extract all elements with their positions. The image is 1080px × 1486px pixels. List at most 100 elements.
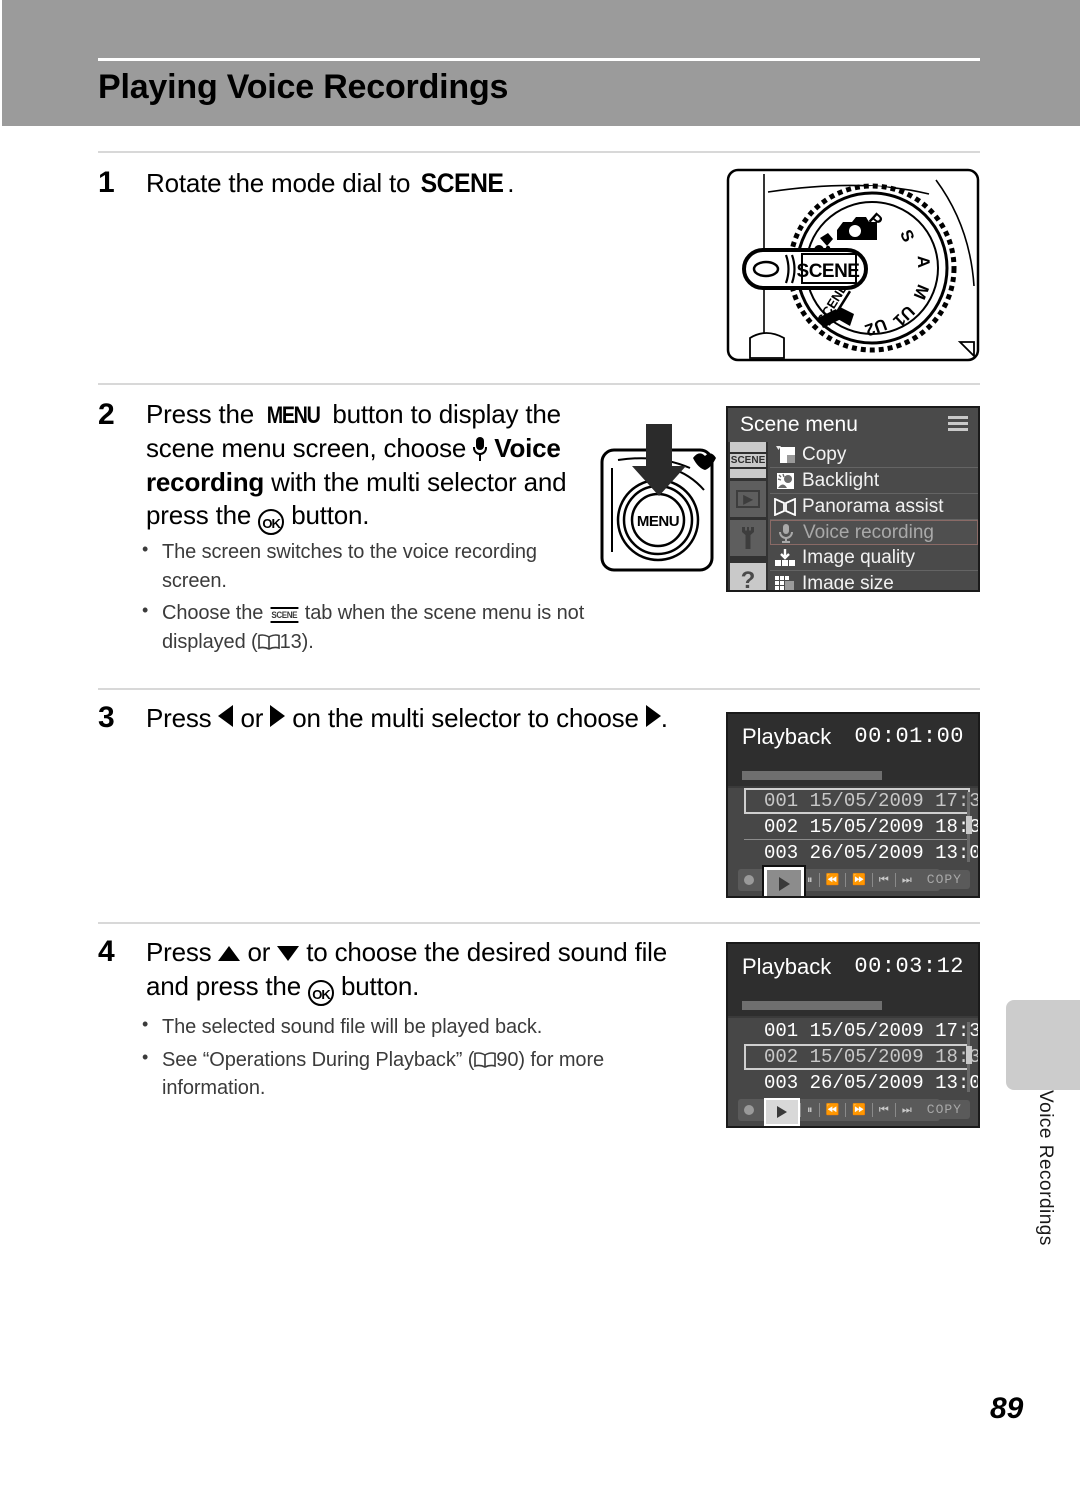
- menu-item-label: Copy: [802, 443, 847, 465]
- step3-text-c: on the multi selector to choose: [285, 703, 646, 733]
- pause-icon[interactable]: ⏸: [807, 1104, 813, 1116]
- sidebar-tab-playback[interactable]: ▶: [730, 481, 766, 517]
- file-time: 18:30: [935, 1046, 980, 1068]
- bullet-b2a: See “Operations During Playback” (: [162, 1048, 475, 1071]
- menu-button-label: MENU: [637, 513, 679, 530]
- menu-item-label: Panorama assist: [802, 495, 944, 517]
- next-icon[interactable]: ⏭: [902, 874, 912, 886]
- step4-line1c: to choose the desired sound file: [299, 937, 668, 967]
- step2-bullets: The screen switches to the voice recordi…: [140, 537, 590, 660]
- playback-progress-bar: [742, 771, 882, 780]
- scrollbar[interactable]: [966, 1022, 972, 1092]
- step2-line1a: Press the: [146, 399, 262, 429]
- page-number: 89: [990, 1392, 1024, 1425]
- file-time: 17:30: [935, 1020, 980, 1042]
- step3-text-a: Press: [146, 703, 219, 733]
- playback-time: 00:01:00: [854, 724, 964, 749]
- bullet2-d: ).: [301, 630, 314, 653]
- menu-button-svg: MENU: [600, 424, 716, 572]
- down-arrow-icon: [277, 946, 300, 961]
- bullet-item: The selected sound file will be played b…: [140, 1012, 670, 1042]
- book-reference-icon: [474, 1048, 497, 1068]
- microphone-icon: [473, 436, 488, 461]
- file-date: 26/05/2009: [809, 842, 924, 864]
- bullet-item: See “Operations During Playback” (90) fo…: [140, 1045, 670, 1103]
- menu-item-image-size[interactable]: Image size: [770, 571, 978, 592]
- up-arrow-icon: [218, 946, 241, 961]
- fast-forward-icon[interactable]: ⏩: [852, 1104, 866, 1116]
- previous-icon[interactable]: ⏮: [879, 1104, 889, 1116]
- next-icon[interactable]: ⏭: [902, 1104, 912, 1116]
- svg-text:SCENE: SCENE: [797, 261, 860, 282]
- menu-item-image-quality[interactable]: Image quality: [770, 545, 978, 571]
- play-icon-highlighted[interactable]: [762, 865, 806, 896]
- play-icon: ▶: [736, 490, 760, 508]
- menu-item-backlight[interactable]: Backlight: [770, 468, 978, 494]
- record-icon[interactable]: [744, 875, 754, 885]
- step-divider-1: [98, 151, 980, 153]
- ok-button-icon: OK: [307, 979, 334, 1006]
- list-item[interactable]: 001 15/05/2009 17:30: [744, 1018, 978, 1044]
- copy-button[interactable]: COPY: [918, 870, 970, 889]
- play-icon-highlighted[interactable]: [764, 1098, 800, 1126]
- step-text-1: Rotate the mode dial to SCENE.: [146, 166, 706, 201]
- copy-button[interactable]: COPY: [918, 1100, 970, 1119]
- menu-item-label: Image size: [802, 572, 894, 592]
- playback-time: 00:03:12: [854, 954, 964, 979]
- menu-word: MENU: [266, 402, 321, 429]
- step1-text-before: Rotate the mode dial to: [146, 168, 418, 198]
- file-date: 15/05/2009: [809, 1046, 924, 1068]
- scene-tab-icon: SCENE: [270, 607, 298, 624]
- right-arrow-icon: [270, 705, 286, 727]
- list-item[interactable]: 003 26/05/2009 13:00: [744, 840, 978, 866]
- sidebar-tab-help[interactable]: ?: [730, 563, 766, 592]
- file-number: 002: [764, 1046, 799, 1068]
- file-time: 17:30: [935, 790, 980, 812]
- left-arrow-icon: [218, 705, 234, 727]
- pause-icon[interactable]: ⏸: [807, 874, 813, 886]
- menu-item-voice-recording[interactable]: Voice recording: [770, 520, 978, 545]
- rewind-icon[interactable]: ⏪: [826, 1104, 840, 1116]
- step4-line2b: button.: [333, 970, 420, 1001]
- microphone-icon: [773, 522, 799, 543]
- backlight-icon: [772, 470, 798, 491]
- list-item[interactable]: 003 26/05/2009 13:00: [744, 1070, 978, 1096]
- menu-item-copy[interactable]: Copy: [770, 442, 978, 468]
- header-rule: [98, 58, 980, 61]
- section-tab-label: Voice Recordings: [1035, 1090, 1056, 1246]
- image-size-icon: [772, 573, 798, 590]
- step2-line2a: scene menu screen, choose: [146, 432, 474, 463]
- step2-recording-bold: recording: [146, 466, 265, 497]
- record-icon[interactable]: [744, 1105, 754, 1115]
- help-icon: ?: [740, 567, 756, 592]
- file-date: 15/05/2009: [809, 1020, 924, 1042]
- file-date: 15/05/2009: [809, 815, 924, 838]
- step-divider-2: [98, 383, 980, 385]
- step-text-2: Press the MENU button to display the sce…: [146, 398, 586, 536]
- step-text-4: Press or to choose the desired sound fil…: [146, 936, 706, 1006]
- sidebar-tab-scene-label: SCENE: [728, 451, 768, 469]
- svg-text:A: A: [914, 255, 933, 268]
- list-item[interactable]: 001 15/05/2009 17:30: [744, 788, 978, 814]
- file-number: 003: [764, 842, 799, 864]
- playback-screen-2: Playback 00:03:12 001 15/05/2009 17:3 0 0…: [726, 942, 980, 1128]
- playback-controls-1: ⏸ ⏪ ⏩ ⏮ ⏭ COPY: [728, 865, 978, 896]
- rewind-icon[interactable]: ⏪: [826, 874, 840, 886]
- list-item[interactable]: 002 15/05/2009 18:30: [744, 1044, 978, 1070]
- menu-item-label: Voice recording: [803, 521, 934, 543]
- list-item[interactable]: 002 15/05/2009 18:30: [744, 814, 978, 840]
- previous-icon[interactable]: ⏮: [879, 874, 889, 886]
- scrollbar[interactable]: [966, 792, 972, 862]
- sidebar-tab-scene[interactable]: SCENE: [728, 442, 768, 478]
- book-reference-icon: [257, 630, 280, 650]
- bullet-b2c: information.: [162, 1077, 266, 1100]
- sidebar-tab-setup[interactable]: [730, 520, 766, 556]
- page-title: Playing Voice Recordings: [98, 68, 509, 106]
- fast-forward-icon[interactable]: ⏩: [852, 874, 866, 886]
- mode-dial-svg: P S A M U1 U2 SCENE SCENE: [726, 168, 980, 362]
- file-number: 003: [764, 1072, 799, 1094]
- menu-item-panorama[interactable]: Panorama assist: [770, 494, 978, 520]
- step4-line1a: Press: [146, 937, 219, 967]
- playback-label: Playback: [742, 724, 832, 749]
- playback-progress-bar: [742, 1001, 882, 1010]
